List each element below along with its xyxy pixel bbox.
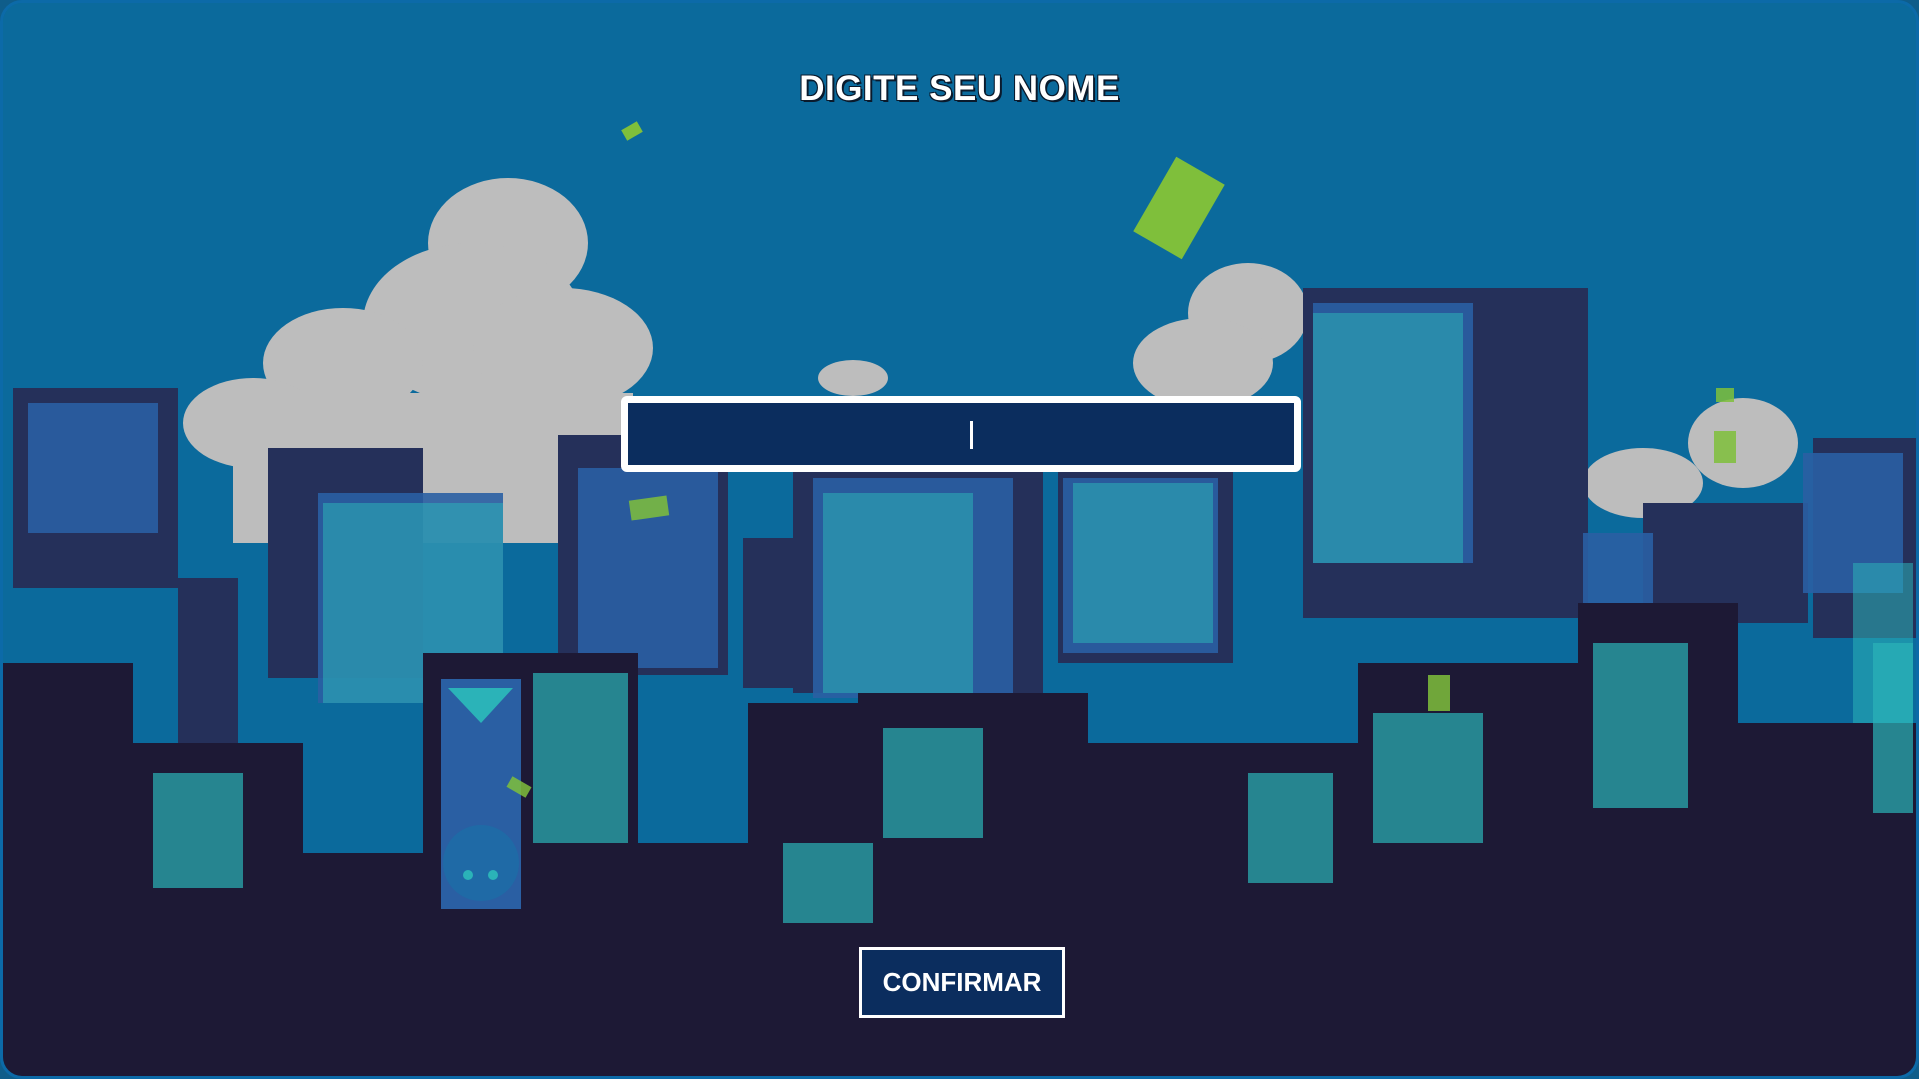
text-caret: [970, 421, 973, 449]
page-title: DIGITE SEU NOME: [799, 69, 1120, 108]
city-skyline-background: [3, 3, 1916, 1076]
game-frame: DIGITE SEU NOME CONFIRMAR: [0, 0, 1919, 1079]
name-input[interactable]: [621, 396, 1301, 472]
creature-billboard-icon: [441, 679, 521, 909]
confirm-button[interactable]: CONFIRMAR: [859, 947, 1065, 1018]
